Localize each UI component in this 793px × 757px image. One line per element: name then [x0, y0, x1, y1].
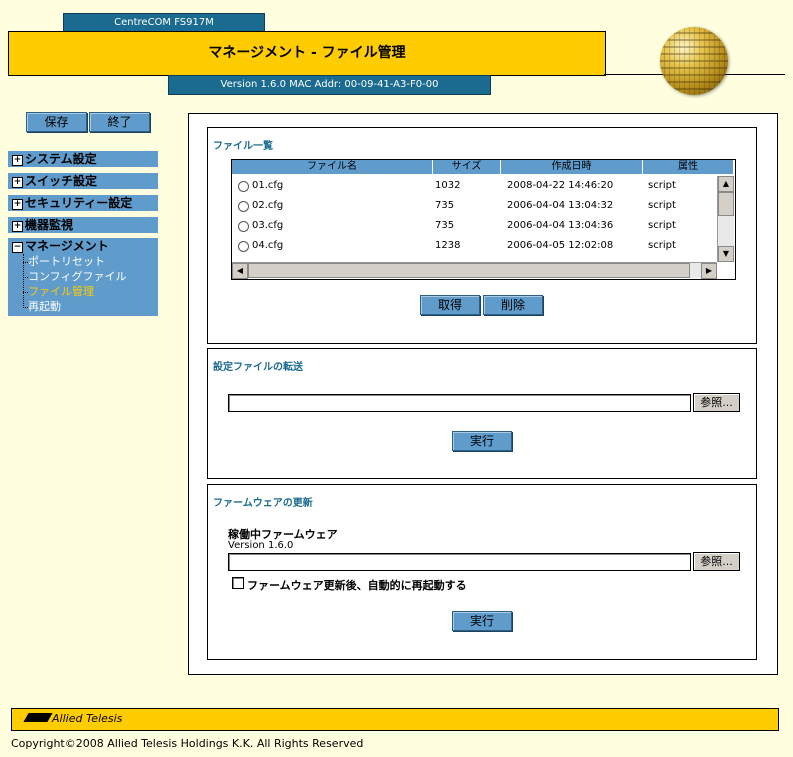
scroll-down-icon[interactable]: ▼	[718, 246, 734, 262]
file-attr: script	[648, 180, 676, 191]
file-select-radio[interactable]	[238, 201, 249, 212]
browse-button[interactable]: 参照...	[693, 393, 740, 412]
file-list-section: ファイル一覧 ファイル名 サイズ 作成日時 属性 01.cfg 1032 200…	[207, 127, 757, 344]
column-header: 属性	[643, 160, 734, 174]
get-button[interactable]: 取得	[420, 295, 480, 315]
file-table: ファイル名 サイズ 作成日時 属性 01.cfg 1032 2008-04-22…	[231, 159, 736, 280]
column-header: ファイル名	[232, 160, 433, 174]
collapse-icon[interactable]: −	[12, 242, 23, 253]
delete-button[interactable]: 削除	[483, 295, 543, 315]
file-attr: script	[648, 200, 676, 211]
file-name: 01.cfg	[252, 180, 284, 191]
table-row[interactable]: 02.cfg 735 2006-04-04 13:04:32 script	[232, 196, 717, 216]
file-attr: script	[648, 240, 676, 251]
file-select-radio[interactable]	[238, 181, 249, 192]
auto-reboot-label: ファームウェア更新後、自動的に再起動する	[247, 579, 467, 592]
page-title: マネージメント - ファイル管理	[8, 31, 606, 76]
scroll-left-icon[interactable]: ◀	[232, 263, 248, 279]
file-select-radio[interactable]	[238, 221, 249, 232]
logo-text: Allied Telesis	[52, 712, 123, 725]
auto-reboot-checkbox[interactable]	[232, 577, 244, 589]
table-row[interactable]: 03.cfg 735 2006-04-04 13:04:36 script	[232, 216, 717, 236]
table-row[interactable]: 04.cfg 1238 2006-04-05 12:02:08 script	[232, 236, 717, 256]
sidebar-item-config-file[interactable]: コンフィグファイル	[28, 270, 126, 284]
firmware-update-section: ファームウェアの更新 稼働中ファームウェア Version 1.6.0 参照..…	[207, 484, 757, 660]
file-attr: script	[648, 220, 676, 231]
file-date: 2006-04-04 13:04:32	[507, 200, 614, 211]
menu-monitoring[interactable]: + 機器監視	[8, 217, 158, 233]
config-transfer-section: 設定ファイルの転送 参照... 実行	[207, 348, 757, 479]
firmware-run-button[interactable]: 実行	[452, 611, 512, 631]
logo-mark-icon	[23, 713, 53, 722]
column-header: サイズ	[433, 160, 501, 174]
model-label: CentreCOM FS917M	[63, 13, 265, 33]
file-size: 1032	[435, 180, 461, 191]
file-date: 2006-04-04 13:04:36	[507, 220, 614, 231]
exit-button[interactable]: 終了	[89, 112, 150, 132]
scroll-right-icon[interactable]: ▶	[701, 263, 717, 279]
expand-icon[interactable]: +	[12, 221, 23, 232]
main-panel: ファイル一覧 ファイル名 サイズ 作成日時 属性 01.cfg 1032 200…	[188, 113, 778, 675]
menu-label: マネージメント	[25, 239, 109, 253]
expand-icon[interactable]: +	[12, 199, 23, 210]
scroll-thumb[interactable]	[718, 192, 734, 216]
expand-icon[interactable]: +	[12, 155, 23, 166]
vertical-scrollbar[interactable]: ▲ ▼	[717, 176, 734, 262]
globe-logo-icon	[660, 27, 728, 95]
menu-system-settings[interactable]: + システム設定	[8, 151, 158, 167]
menu-label: スイッチ設定	[25, 174, 98, 188]
section-title: ファイル一覧	[213, 141, 273, 152]
sidebar-item-file-management[interactable]: ファイル管理	[28, 285, 94, 299]
menu-management[interactable]: − マネージメント	[8, 238, 158, 254]
column-header: 作成日時	[501, 160, 643, 174]
sidebar-item-reboot[interactable]: 再起動	[28, 300, 61, 314]
menu-label: セキュリティー設定	[25, 196, 133, 210]
scroll-thumb[interactable]	[248, 263, 690, 278]
file-size: 1238	[435, 240, 461, 251]
file-name: 02.cfg	[252, 200, 284, 211]
menu-management-group: − マネージメント ポートリセット コンフィグファイル ファイル管理 再起動	[8, 238, 158, 316]
menu-switch-settings[interactable]: + スイッチ設定	[8, 173, 158, 189]
file-select-radio[interactable]	[238, 241, 249, 252]
sidebar-item-port-reset[interactable]: ポートリセット	[28, 255, 105, 269]
section-title: ファームウェアの更新	[213, 498, 313, 509]
horizontal-scrollbar[interactable]: ◀ ▶	[232, 262, 717, 279]
file-name: 04.cfg	[252, 240, 284, 251]
transfer-run-button[interactable]: 実行	[452, 431, 512, 451]
file-date: 2008-04-22 14:46:20	[507, 180, 614, 191]
table-row[interactable]: 01.cfg 1032 2008-04-22 14:46:20 script	[232, 176, 717, 196]
file-date: 2006-04-05 12:02:08	[507, 240, 614, 251]
allied-telesis-logo: Allied Telesis	[23, 712, 123, 726]
menu-label: システム設定	[25, 152, 97, 166]
transfer-file-input[interactable]	[228, 394, 691, 412]
expand-icon[interactable]: +	[12, 177, 23, 188]
file-size: 735	[435, 200, 455, 211]
file-name: 03.cfg	[252, 220, 284, 231]
menu-label: 機器監視	[25, 218, 74, 232]
scroll-up-icon[interactable]: ▲	[718, 176, 734, 192]
file-size: 735	[435, 220, 455, 231]
browse-button[interactable]: 参照...	[693, 552, 740, 571]
running-firmware-version: Version 1.6.0	[228, 540, 294, 551]
menu-security-settings[interactable]: + セキュリティー設定	[8, 195, 158, 211]
save-button[interactable]: 保存	[26, 112, 87, 132]
footer-bar: Allied Telesis	[11, 708, 779, 731]
section-title: 設定ファイルの転送	[213, 362, 303, 373]
copyright-text: Copyright©2008 Allied Telesis Holdings K…	[11, 737, 364, 750]
version-info: Version 1.6.0 MAC Addr: 00-09-41-A3-F0-0…	[168, 75, 491, 95]
firmware-file-input[interactable]	[228, 553, 691, 571]
